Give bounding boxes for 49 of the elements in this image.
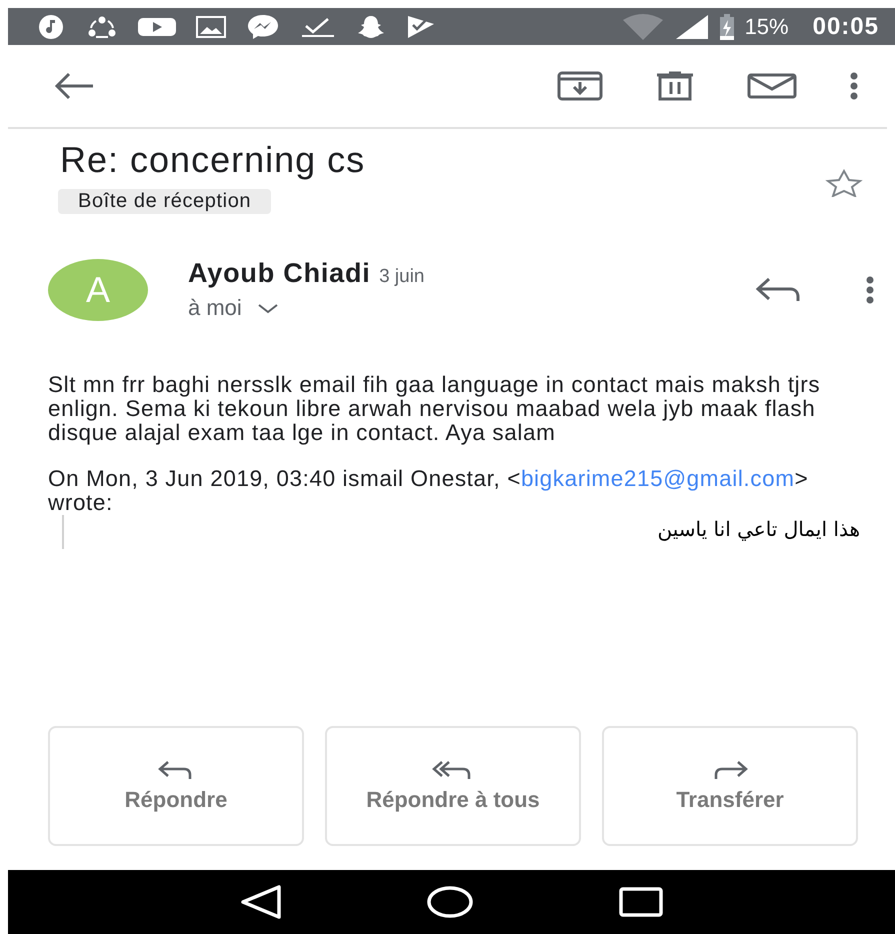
archive-icon (557, 71, 603, 101)
mark-unread-button[interactable] (747, 73, 797, 99)
reply-arrow-icon (158, 760, 194, 780)
video-play-icon (138, 16, 176, 38)
battery-charging-icon (718, 14, 735, 40)
sender-avatar: A (48, 258, 148, 320)
more-vertical-icon (865, 276, 875, 304)
message-date: 3 juin (379, 266, 424, 287)
quoted-text: هذا ايمال تاعي انا ياسين (656, 516, 860, 543)
wifi-icon (620, 14, 665, 40)
trash-icon (655, 71, 695, 101)
quote-header: On Mon, 3 Jun 2019, 03:40 ismail Onestar, <bigkarime215@gmail.com> wrote: (48, 467, 810, 515)
square-recents-icon (618, 887, 663, 917)
archive-button[interactable] (557, 71, 603, 101)
more-options-button[interactable] (849, 72, 859, 100)
reply-button[interactable]: Répondre (48, 726, 304, 846)
signal-icon (674, 14, 709, 40)
delete-button[interactable] (655, 71, 695, 101)
forward-arrow-icon (712, 760, 748, 780)
checkmark-icon (300, 16, 336, 38)
more-vertical-icon (849, 72, 859, 100)
email-subject: Re: concerning cs (60, 139, 366, 181)
back-button[interactable] (53, 72, 95, 100)
email-link[interactable]: bigkarime215@gmail.com (520, 466, 795, 491)
forward-button[interactable]: Transférer (602, 726, 858, 846)
ghost-icon (356, 14, 386, 40)
reply-button[interactable] (755, 276, 801, 302)
tasks-icon (406, 14, 436, 40)
chevron-down-icon (256, 302, 280, 314)
reply-all-button[interactable]: Répondre à tous (325, 726, 581, 846)
circle-home-icon (426, 886, 474, 918)
chat-bubble-icon (246, 12, 280, 40)
sender-name: Ayoub Chiadi (188, 258, 371, 288)
message-options-button[interactable] (865, 276, 875, 304)
reply-arrow-icon (755, 276, 801, 302)
image-icon (196, 16, 226, 38)
clock-time: 00:05 (812, 12, 879, 40)
battery-percentage: 15% (744, 14, 789, 40)
inbox-label: Boîte de réception (58, 189, 272, 214)
message-body: Slt mn frr baghi nersslk email fih gaa language in contact mais maksh tjrs enlign. Sema ki tekoun libre arwah nervisou maabad wela jyb maak flash disque alajal exam taa lge in contact. Aya salam (48, 373, 822, 445)
triangle-back-icon (240, 884, 282, 920)
recents-nav-button[interactable] (618, 887, 663, 917)
recipient-details-toggle[interactable]: à moi (188, 295, 280, 321)
home-nav-button[interactable] (426, 886, 474, 918)
back-nav-button[interactable] (240, 884, 282, 920)
music-note-icon (36, 14, 66, 40)
back-arrow-icon (53, 72, 95, 100)
envelope-icon (747, 73, 797, 99)
share-icon (86, 14, 118, 40)
